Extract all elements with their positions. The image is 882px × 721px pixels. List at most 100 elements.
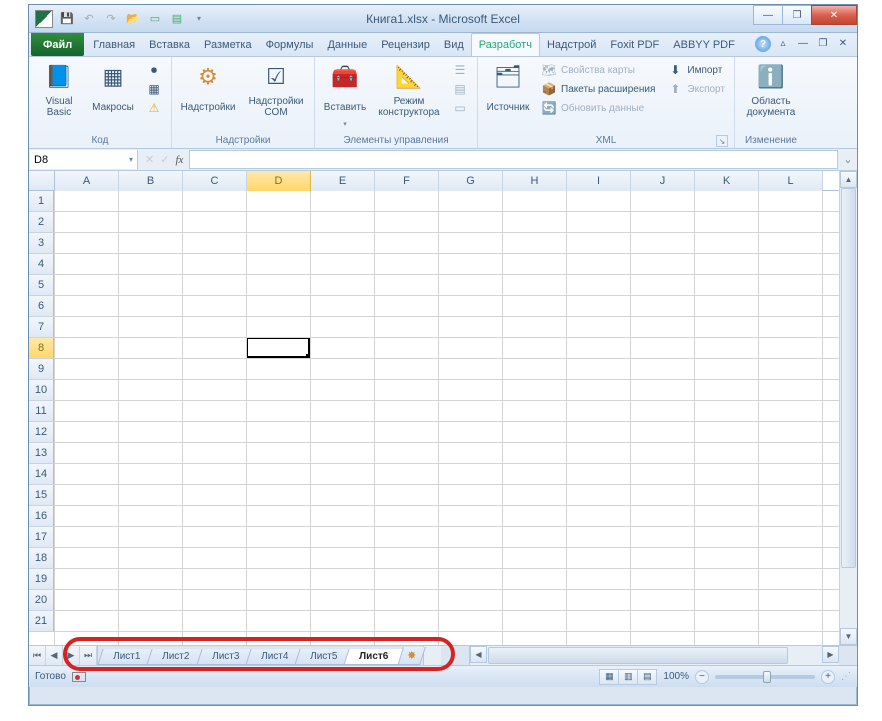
row-header[interactable]: 16 <box>29 506 54 527</box>
row-header[interactable]: 19 <box>29 569 54 590</box>
col-header[interactable]: E <box>311 171 375 191</box>
tab-review[interactable]: Рецензир <box>374 33 437 56</box>
ribbon-minimize-icon[interactable]: ▵ <box>775 36 791 50</box>
col-header[interactable]: A <box>55 171 119 191</box>
vertical-scrollbar[interactable]: ▲ ▼ <box>839 171 857 645</box>
col-header[interactable]: G <box>439 171 503 191</box>
col-header-selected[interactable]: D <box>247 171 311 191</box>
open-icon[interactable]: 📂 <box>123 9 143 29</box>
run-dialog-button[interactable]: ▭ <box>449 99 471 117</box>
row-header[interactable]: 18 <box>29 548 54 569</box>
row-header[interactable]: 21 <box>29 611 54 632</box>
tab-data[interactable]: Данные <box>320 33 374 56</box>
view-pagebreak-icon[interactable]: ▤ <box>637 669 657 685</box>
nav-last-icon[interactable]: ⏭ <box>80 646 97 665</box>
map-properties-button[interactable]: 🗺Свойства карты <box>538 61 658 79</box>
workbook-minimize-icon[interactable]: — <box>795 36 811 50</box>
undo-icon[interactable]: ↶ <box>79 9 99 29</box>
formula-input[interactable] <box>189 150 838 169</box>
new-icon[interactable]: ▭ <box>145 9 165 29</box>
row-header[interactable]: 2 <box>29 212 54 233</box>
row-header[interactable]: 9 <box>29 359 54 380</box>
row-header[interactable]: 6 <box>29 296 54 317</box>
tab-addins[interactable]: Надстрой <box>540 33 603 56</box>
col-header[interactable]: I <box>567 171 631 191</box>
row-header[interactable]: 3 <box>29 233 54 254</box>
maximize-button[interactable]: ❐ <box>782 5 812 25</box>
visual-basic-button[interactable]: 📘 Visual Basic <box>33 59 85 121</box>
row-header[interactable]: 4 <box>29 254 54 275</box>
row-header[interactable]: 15 <box>29 485 54 506</box>
properties-button[interactable]: ☰ <box>449 61 471 79</box>
tab-abbyy[interactable]: ABBYY PDF <box>666 33 742 56</box>
row-header[interactable]: 1 <box>29 191 54 212</box>
row-header[interactable]: 13 <box>29 443 54 464</box>
macro-security-button[interactable]: ⚠ <box>143 99 165 117</box>
view-layout-icon[interactable]: ▥ <box>618 669 638 685</box>
import-button[interactable]: ⬇Импорт <box>664 61 728 79</box>
minimize-button[interactable]: — <box>753 5 783 25</box>
tab-layout[interactable]: Разметка <box>197 33 259 56</box>
row-header[interactable]: 11 <box>29 401 54 422</box>
redo-icon[interactable]: ↷ <box>101 9 121 29</box>
row-header[interactable]: 7 <box>29 317 54 338</box>
row-header[interactable]: 5 <box>29 275 54 296</box>
scroll-left-icon[interactable]: ◀ <box>470 646 487 663</box>
col-header[interactable]: J <box>631 171 695 191</box>
scroll-right-icon[interactable]: ▶ <box>822 646 839 663</box>
zoom-in-button[interactable]: + <box>821 670 835 684</box>
row-header[interactable]: 20 <box>29 590 54 611</box>
col-header[interactable]: C <box>183 171 247 191</box>
scroll-down-icon[interactable]: ▼ <box>840 628 857 645</box>
zoom-slider[interactable] <box>715 675 815 679</box>
close-button[interactable]: ✕ <box>811 5 857 25</box>
row-header-selected[interactable]: 8 <box>29 338 54 359</box>
row-header[interactable]: 17 <box>29 527 54 548</box>
workbook-restore-icon[interactable]: ❐ <box>815 36 831 50</box>
row-header[interactable]: 12 <box>29 422 54 443</box>
tab-foxit[interactable]: Foxit PDF <box>603 33 666 56</box>
tab-developer[interactable]: Разработч <box>471 33 540 56</box>
sheet-tab-active[interactable]: Лист6 <box>344 649 404 665</box>
dialog-launcher-icon[interactable]: ↘ <box>716 135 728 147</box>
zoom-out-button[interactable]: − <box>695 670 709 684</box>
select-all-corner[interactable] <box>29 171 55 191</box>
row-header[interactable]: 14 <box>29 464 54 485</box>
document-panel-button[interactable]: ℹ️ Область документа <box>739 59 803 121</box>
tab-insert[interactable]: Вставка <box>142 33 197 56</box>
tab-formulas[interactable]: Формулы <box>259 33 321 56</box>
relative-refs-button[interactable]: ▦ <box>143 80 165 98</box>
horizontal-scrollbar[interactable]: ◀ ▶ <box>469 646 839 665</box>
addins-button[interactable]: ⚙ Надстройки <box>176 59 240 121</box>
record-macro-button[interactable]: ⏺ <box>143 61 165 79</box>
selected-cell[interactable] <box>246 337 310 358</box>
col-header[interactable]: F <box>375 171 439 191</box>
fx-icon[interactable]: fx <box>175 154 183 166</box>
name-box[interactable]: D8 ▾ <box>30 150 138 169</box>
view-code-button[interactable]: ▤ <box>449 80 471 98</box>
view-normal-icon[interactable]: ▦ <box>599 669 619 685</box>
workbook-close-icon[interactable]: ✕ <box>835 36 851 50</box>
col-header[interactable]: B <box>119 171 183 191</box>
file-tab[interactable]: Файл <box>31 33 84 56</box>
qat-customize-icon[interactable]: ▾ <box>189 9 209 29</box>
nav-next-icon[interactable]: ▶ <box>63 646 80 665</box>
export-button[interactable]: ⬆Экспорт <box>664 80 728 98</box>
excel-icon[interactable] <box>35 10 53 28</box>
expand-formula-bar-icon[interactable]: ⌄ <box>839 149 857 170</box>
resize-grip-icon[interactable]: ⋰ <box>841 671 851 682</box>
nav-prev-icon[interactable]: ◀ <box>46 646 63 665</box>
insert-control-button[interactable]: 🧰 Вставить ▾ <box>319 59 371 131</box>
cells-area[interactable] <box>55 191 839 645</box>
zoom-thumb[interactable] <box>763 671 771 683</box>
save-icon[interactable]: 💾 <box>57 9 77 29</box>
xml-source-button[interactable]: 🗂 Источник <box>482 59 534 121</box>
refresh-data-button[interactable]: 🔄Обновить данные <box>538 99 658 117</box>
macro-record-icon[interactable] <box>72 672 86 682</box>
expansion-packs-button[interactable]: 📦Пакеты расширения <box>538 80 658 98</box>
col-header[interactable]: K <box>695 171 759 191</box>
scroll-thumb-v[interactable] <box>841 188 856 568</box>
tab-view[interactable]: Вид <box>437 33 471 56</box>
help-icon[interactable]: ? <box>755 36 771 52</box>
macros-button[interactable]: ▦ Макросы <box>87 59 139 121</box>
